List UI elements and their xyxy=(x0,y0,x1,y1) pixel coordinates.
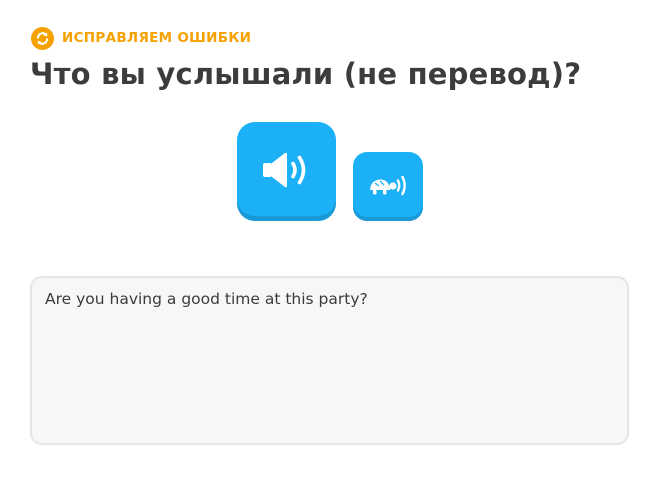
turtle-speaker-icon xyxy=(367,172,409,202)
mistake-review-badge: ИСПРАВЛЯЕМ ОШИБКИ xyxy=(31,26,251,50)
answer-text: Are you having a good time at this party… xyxy=(45,290,368,308)
badge-label: ИСПРАВЛЯЕМ ОШИБКИ xyxy=(62,30,252,46)
refresh-icon xyxy=(31,26,54,50)
question-title: Что вы услышали (не перевод)? xyxy=(30,57,582,91)
slow-audio-button[interactable] xyxy=(353,152,423,221)
exercise-page: ИСПРАВЛЯЕМ ОШИБКИ Что вы услышали (не пе… xyxy=(0,0,656,477)
speaker-icon xyxy=(261,148,313,196)
play-audio-button[interactable] xyxy=(237,122,336,221)
answer-input[interactable]: Are you having a good time at this party… xyxy=(30,276,629,445)
